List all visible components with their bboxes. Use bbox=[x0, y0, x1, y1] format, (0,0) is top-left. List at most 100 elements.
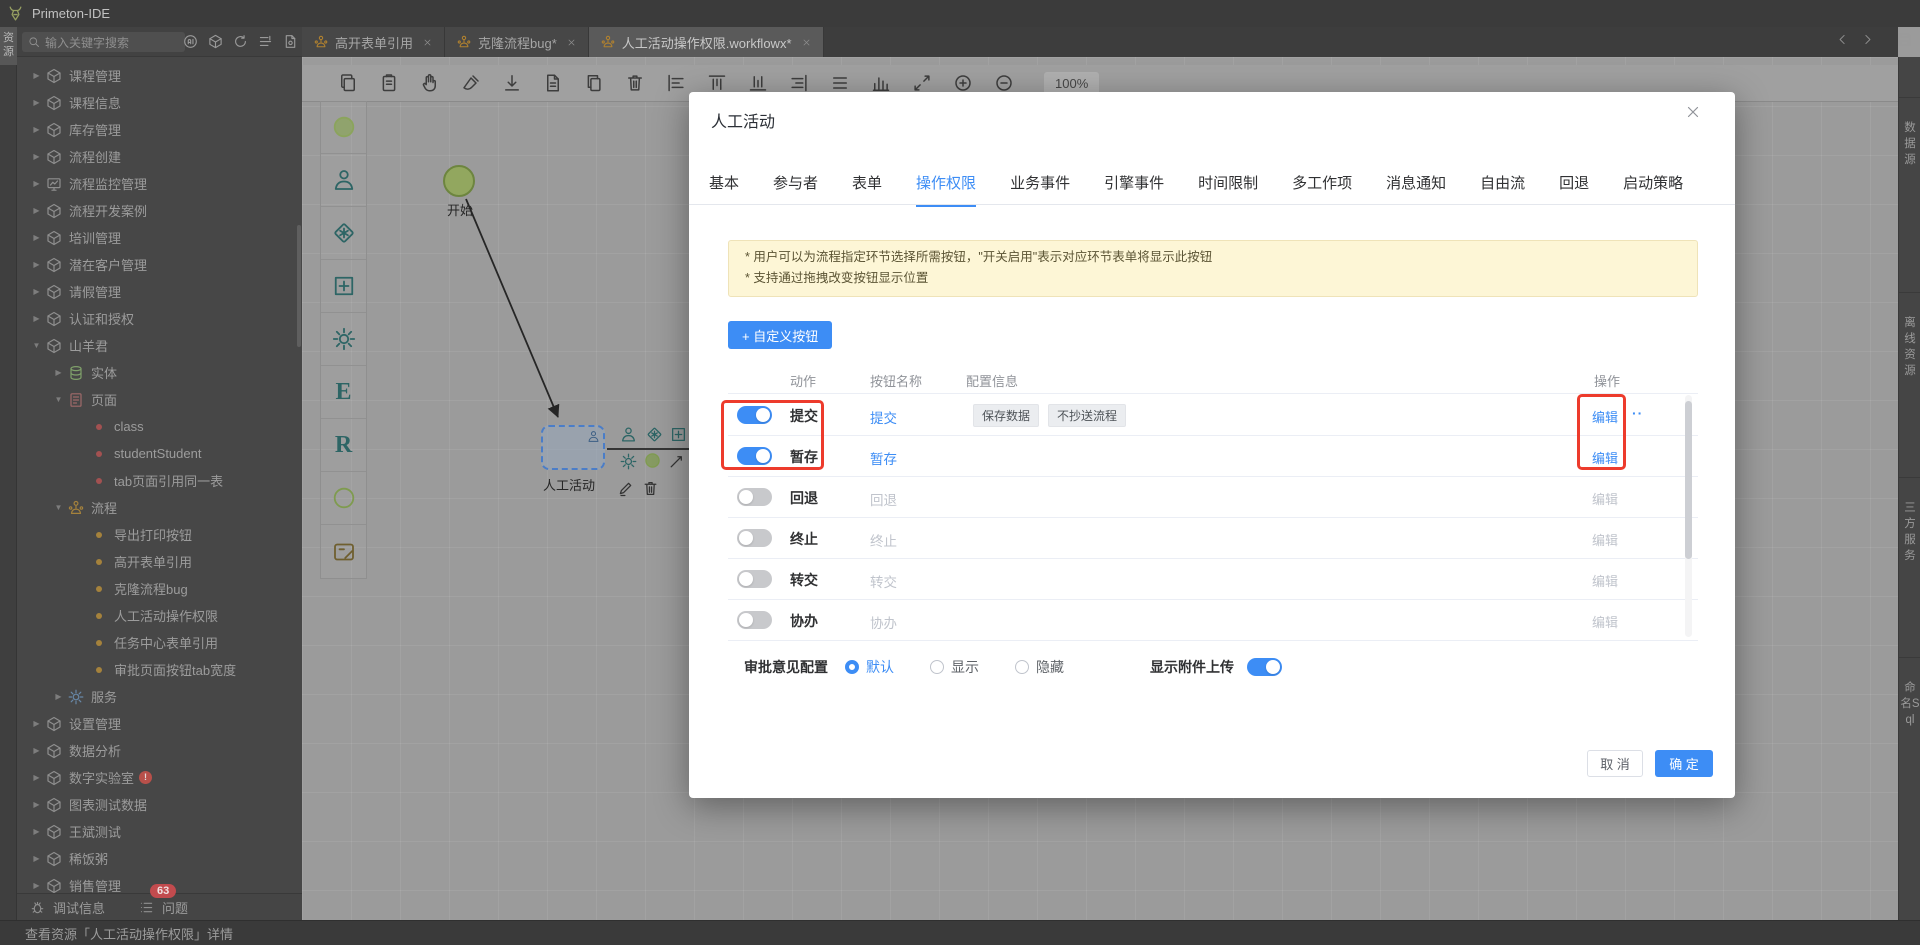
tree-item[interactable]: ▶ 王斌测试 bbox=[17, 818, 302, 845]
zoom-in-icon[interactable] bbox=[953, 73, 973, 93]
activity-node[interactable] bbox=[541, 425, 605, 470]
dialog-tab[interactable]: 启动策略 bbox=[1623, 172, 1683, 207]
rail-tab[interactable]: 离线资源 bbox=[1899, 292, 1920, 477]
tree-item[interactable]: ▼ 页面 bbox=[17, 386, 302, 413]
square-plus-icon[interactable] bbox=[670, 426, 687, 443]
zoom-out-icon[interactable] bbox=[994, 73, 1014, 93]
download-icon[interactable] bbox=[502, 73, 522, 93]
tree-item[interactable]: ▶ 设置管理 bbox=[17, 710, 302, 737]
dialog-tab[interactable]: 基本 bbox=[709, 172, 739, 207]
attachment-toggle-on[interactable] bbox=[1247, 658, 1282, 676]
package-icon[interactable] bbox=[208, 34, 223, 49]
person-icon[interactable] bbox=[620, 426, 637, 443]
document-icon[interactable] bbox=[543, 73, 563, 93]
tree-item[interactable]: ▶ 图表测试数据 bbox=[17, 791, 302, 818]
fit-icon[interactable] bbox=[912, 73, 932, 93]
line-arrow-icon[interactable] bbox=[668, 453, 685, 470]
dialog-tab[interactable]: 多工作项 bbox=[1292, 172, 1352, 207]
tree-item[interactable]: ▶ 服务 bbox=[17, 683, 302, 710]
doc-gear-icon[interactable] bbox=[283, 34, 298, 49]
palette-annotation[interactable] bbox=[321, 525, 366, 578]
tab-close-icon[interactable] bbox=[567, 38, 576, 47]
tree-item[interactable]: studentStudent bbox=[17, 440, 302, 467]
tree-item[interactable]: ▶ 数字实验室! bbox=[17, 764, 302, 791]
rail-tab-resources[interactable]: 资源 bbox=[0, 27, 17, 65]
radio-option[interactable]: 隐藏 bbox=[1015, 657, 1064, 677]
dialog-close-icon[interactable] bbox=[1685, 104, 1701, 120]
bars-icon[interactable] bbox=[871, 73, 891, 93]
search-input[interactable]: 输入关键字搜索 bbox=[22, 32, 185, 52]
editor-tab[interactable]: 高开表单引用 bbox=[302, 27, 446, 57]
rail-tab[interactable]: 命名Sql bbox=[1899, 657, 1920, 837]
trash-icon[interactable] bbox=[642, 480, 659, 497]
tree-item[interactable]: ▶ 数据分析 bbox=[17, 737, 302, 764]
palette-end-event[interactable] bbox=[321, 472, 366, 525]
tree-item[interactable]: 高开表单引用 bbox=[17, 548, 302, 575]
align-center-icon[interactable] bbox=[830, 73, 850, 93]
palette-participant[interactable] bbox=[321, 154, 366, 207]
dialog-tab[interactable]: 参与者 bbox=[773, 172, 818, 207]
tree-item[interactable]: ▶ 培训管理 bbox=[17, 224, 302, 251]
tree-item[interactable]: ▼ 流程 bbox=[17, 494, 302, 521]
tree-item[interactable]: ▶ 潜在客户管理 bbox=[17, 251, 302, 278]
tree-item[interactable]: 克隆流程bug bbox=[17, 575, 302, 602]
button-name-link[interactable]: 提交 bbox=[870, 407, 897, 427]
toggle-off[interactable] bbox=[737, 488, 772, 506]
tree-item[interactable]: ▶ 实体 bbox=[17, 359, 302, 386]
toggle-off[interactable] bbox=[737, 611, 772, 629]
problems-tab[interactable]: 问题 bbox=[162, 898, 188, 917]
paste-icon[interactable] bbox=[379, 73, 399, 93]
tree-item[interactable]: 任务中心表单引用 bbox=[17, 629, 302, 656]
palette-entity[interactable]: E bbox=[321, 366, 366, 419]
tree-item[interactable]: ▶ 课程信息 bbox=[17, 89, 302, 116]
tree-item[interactable]: ▶ 课程管理 bbox=[17, 62, 302, 89]
start-node[interactable] bbox=[443, 165, 475, 197]
palette-gateway[interactable] bbox=[321, 207, 366, 260]
cancel-button[interactable]: 取 消 bbox=[1587, 750, 1643, 777]
doc-copy-icon[interactable] bbox=[584, 73, 604, 93]
diamond-icon[interactable] bbox=[646, 426, 663, 443]
dialog-tab[interactable]: 消息通知 bbox=[1386, 172, 1446, 207]
pencil-icon[interactable] bbox=[617, 480, 634, 497]
dialog-tab[interactable]: 引擎事件 bbox=[1104, 172, 1164, 207]
radio-option[interactable]: 显示 bbox=[930, 657, 979, 677]
dialog-tab[interactable]: 回退 bbox=[1559, 172, 1589, 207]
palette-subprocess[interactable] bbox=[321, 260, 366, 313]
dialog-tab[interactable]: 业务事件 bbox=[1010, 172, 1070, 207]
outline-icon[interactable] bbox=[258, 34, 273, 49]
circle-fill-icon[interactable] bbox=[644, 452, 661, 469]
nav-forward-icon[interactable] bbox=[1861, 33, 1874, 46]
toggle-off[interactable] bbox=[737, 529, 772, 547]
tree-item[interactable]: ▶ 流程开发案例 bbox=[17, 197, 302, 224]
gear-icon[interactable] bbox=[620, 453, 637, 470]
tree-item[interactable]: ▶ 库存管理 bbox=[17, 116, 302, 143]
button-name-link[interactable]: 暂存 bbox=[870, 448, 897, 468]
palette-relation[interactable]: R bbox=[321, 419, 366, 472]
add-custom-button[interactable]: + 自定义按钮 bbox=[728, 321, 833, 349]
tree-item[interactable]: 导出打印按钮 bbox=[17, 521, 302, 548]
tab-close-icon[interactable] bbox=[423, 38, 432, 47]
save-icon[interactable] bbox=[1896, 31, 1913, 48]
nav-back-icon[interactable] bbox=[1836, 33, 1849, 46]
tree-item[interactable]: ▶ 流程监控管理 bbox=[17, 170, 302, 197]
editor-tab[interactable]: 人工活动操作权限.workflowx* bbox=[588, 27, 824, 57]
refresh-icon[interactable] bbox=[233, 34, 248, 49]
debug-tab[interactable]: 调试信息 bbox=[53, 898, 105, 917]
trash-icon[interactable] bbox=[625, 73, 645, 93]
radio-selected[interactable]: 默认 bbox=[845, 657, 894, 677]
tree-item[interactable]: ▶ 认证和授权 bbox=[17, 305, 302, 332]
dialog-tab[interactable]: 时间限制 bbox=[1198, 172, 1258, 207]
rail-tab[interactable]: 三方服务 bbox=[1899, 477, 1920, 657]
tree-item[interactable]: 人工活动操作权限 bbox=[17, 602, 302, 629]
palette-start-event[interactable] bbox=[321, 101, 366, 154]
tree-item[interactable]: ▶ 请假管理 bbox=[17, 278, 302, 305]
ok-button[interactable]: 确 定 bbox=[1655, 750, 1713, 777]
editor-tab[interactable]: 克隆流程bug* bbox=[445, 27, 589, 57]
tree-item[interactable]: class bbox=[17, 413, 302, 440]
align-right-icon[interactable] bbox=[789, 73, 809, 93]
brush-icon[interactable] bbox=[461, 73, 481, 93]
hand-icon[interactable] bbox=[420, 73, 440, 93]
tree-item[interactable]: 审批页面按钮tab宽度 bbox=[17, 656, 302, 683]
ai-icon[interactable] bbox=[183, 34, 198, 49]
more-link[interactable]: ·· bbox=[1632, 405, 1643, 421]
